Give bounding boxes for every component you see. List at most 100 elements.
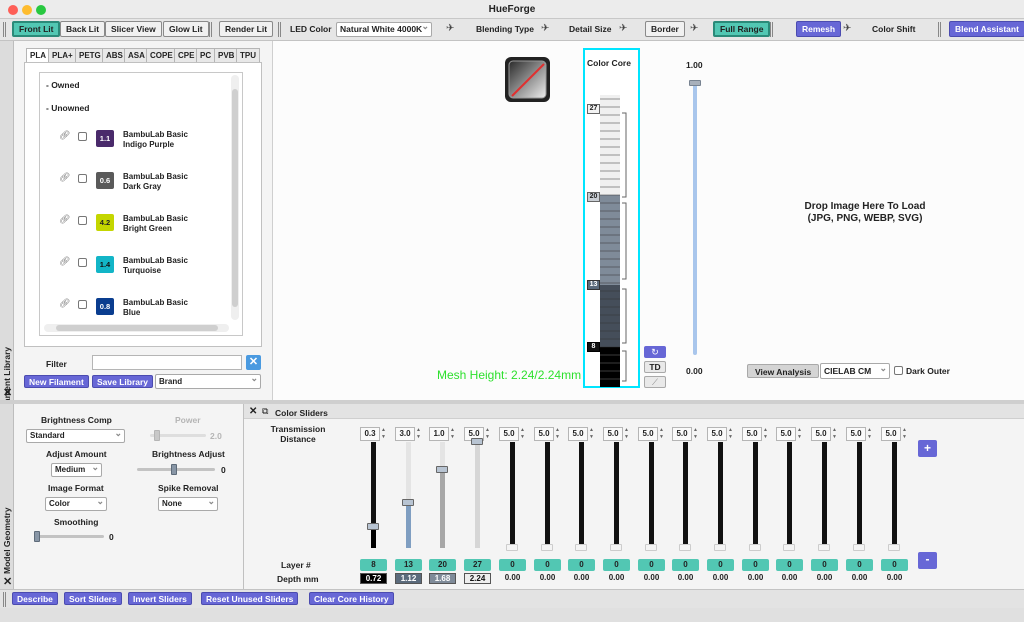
tab-pla[interactable]: PLA — [26, 48, 50, 63]
full-range-button[interactable]: Full Range — [713, 21, 771, 37]
pin-icon[interactable]: ✈ — [690, 23, 698, 34]
tab-pc[interactable]: PC — [196, 48, 216, 63]
vertical-scrollbar[interactable] — [231, 75, 239, 320]
color-slider-handle[interactable] — [645, 544, 657, 551]
spinbox-arrows-icon[interactable]: ▲ ▼ — [589, 427, 595, 441]
image-format-select[interactable]: Color — [45, 497, 107, 511]
color-slider-track[interactable] — [683, 442, 688, 548]
spinbox-arrows-icon[interactable]: ▲ ▼ — [832, 427, 838, 441]
render-lit-button[interactable]: Render Lit — [219, 21, 274, 37]
layer-marker[interactable]: 27 — [587, 104, 600, 114]
front-lit-button[interactable]: Front Lit — [12, 21, 61, 37]
minimize-window-button[interactable] — [22, 5, 32, 15]
tab-pvb[interactable]: PVB — [214, 48, 239, 63]
invert-sliders-button[interactable]: Invert Sliders — [128, 592, 192, 605]
color-slider-handle[interactable] — [610, 544, 622, 551]
spinbox-arrows-icon[interactable]: ▲ ▼ — [659, 427, 665, 441]
spinbox-arrows-icon[interactable]: ▲ ▼ — [381, 427, 387, 441]
toolbar-grip[interactable] — [3, 592, 6, 607]
color-slider-handle[interactable] — [471, 438, 483, 445]
slicer-view-button[interactable]: Slicer View — [105, 21, 162, 37]
color-slider-track[interactable] — [822, 442, 827, 548]
power-slider-handle[interactable] — [154, 430, 160, 441]
unowned-group-header[interactable]: - Unowned — [46, 103, 89, 113]
owned-checkbox[interactable] — [78, 216, 87, 225]
color-slider-handle[interactable] — [436, 465, 448, 473]
transmission-distance-input[interactable]: 5.0 — [568, 427, 588, 441]
blend-assistant-button[interactable]: Blend Assistant — [949, 21, 1024, 37]
color-slider-handle[interactable] — [818, 544, 830, 551]
spinbox-arrows-icon[interactable]: ▲ ▼ — [728, 427, 734, 441]
remove-slider-button[interactable]: - — [918, 552, 937, 569]
clear-filter-button[interactable]: ✕ — [246, 355, 261, 370]
dark-outer-checkbox[interactable] — [894, 366, 903, 375]
tab-pla-plus[interactable]: PLA+ — [48, 48, 77, 63]
preview-thumbnail[interactable] — [505, 57, 550, 102]
zoom-window-button[interactable] — [36, 5, 46, 15]
tab-cpe[interactable]: CPE — [174, 48, 199, 63]
transmission-distance-input[interactable]: 5.0 — [499, 427, 519, 441]
spinbox-arrows-icon[interactable]: ▲ ▼ — [555, 427, 561, 441]
view-analysis-button[interactable]: View Analysis — [747, 364, 820, 378]
spinbox-arrows-icon[interactable]: ▲ ▼ — [450, 427, 456, 441]
describe-button[interactable]: Describe — [12, 592, 58, 605]
close-panel-icon[interactable]: ✕ — [3, 386, 12, 399]
color-slider-handle[interactable] — [367, 522, 379, 530]
tab-tpu[interactable]: TPU — [236, 48, 260, 63]
spinbox-arrows-icon[interactable]: ▲ ▼ — [485, 427, 491, 441]
transmission-distance-input[interactable]: 0.3 — [360, 427, 380, 441]
pin-icon[interactable]: ✈ — [446, 23, 454, 34]
pin-icon[interactable]: ✈ — [619, 23, 627, 34]
scale-slider-handle[interactable] — [689, 80, 701, 86]
owned-checkbox[interactable] — [78, 300, 87, 309]
horizontal-scrollbar[interactable] — [44, 324, 229, 332]
transmission-distance-input[interactable]: 5.0 — [707, 427, 727, 441]
owned-checkbox[interactable] — [78, 132, 87, 141]
color-slider-handle[interactable] — [749, 544, 761, 551]
spinbox-arrows-icon[interactable]: ▲ ▼ — [797, 427, 803, 441]
back-lit-button[interactable]: Back Lit — [60, 21, 106, 37]
transmission-distance-input[interactable]: 5.0 — [846, 427, 866, 441]
layer-marker[interactable]: 20 — [587, 192, 600, 202]
color-slider-handle[interactable] — [783, 544, 795, 551]
transmission-distance-input[interactable]: 5.0 — [776, 427, 796, 441]
transmission-distance-input[interactable]: 5.0 — [603, 427, 623, 441]
brightness-adjust-handle[interactable] — [171, 464, 177, 475]
transmission-distance-input[interactable]: 5.0 — [638, 427, 658, 441]
toolbar-grip[interactable] — [3, 22, 6, 37]
link-icon[interactable]: 🔗︎ — [59, 172, 70, 183]
color-slider-handle[interactable] — [888, 544, 900, 551]
color-slider-track[interactable] — [510, 442, 515, 548]
transmission-distance-input[interactable]: 5.0 — [881, 427, 901, 441]
color-slider-track[interactable] — [649, 442, 654, 548]
color-slider-handle[interactable] — [853, 544, 865, 551]
color-slider-track[interactable] — [892, 442, 897, 548]
layer-marker[interactable]: 13 — [587, 280, 600, 290]
owned-checkbox[interactable] — [78, 174, 87, 183]
save-library-button[interactable]: Save Library — [92, 375, 154, 388]
transmission-distance-input[interactable]: 5.0 — [672, 427, 692, 441]
color-slider-track[interactable] — [857, 442, 862, 548]
link-icon[interactable]: 🔗︎ — [59, 256, 70, 267]
remesh-button[interactable]: Remesh — [796, 21, 842, 37]
sort-sliders-button[interactable]: Sort Sliders — [64, 592, 122, 605]
led-color-select[interactable]: Natural White 4000K — [336, 22, 432, 37]
color-slider-track[interactable] — [406, 442, 411, 548]
add-slider-button[interactable]: + — [918, 440, 937, 457]
spinbox-arrows-icon[interactable]: ▲ ▼ — [867, 427, 873, 441]
smoothing-handle[interactable] — [34, 531, 40, 542]
spinbox-arrows-icon[interactable]: ▲ ▼ — [902, 427, 908, 441]
color-slider-handle[interactable] — [679, 544, 691, 551]
color-slider-track[interactable] — [579, 442, 584, 548]
pin-icon[interactable]: ✈ — [843, 23, 851, 34]
color-slider-track[interactable] — [787, 442, 792, 548]
scale-slider[interactable] — [693, 83, 697, 355]
brightness-comp-select[interactable]: Standard — [26, 429, 125, 443]
tab-petg[interactable]: PETG — [75, 48, 105, 63]
transmission-distance-input[interactable]: 3.0 — [395, 427, 415, 441]
layer-marker[interactable]: 8 — [587, 342, 600, 352]
close-window-button[interactable] — [8, 5, 18, 15]
new-filament-button[interactable]: New Filament — [24, 375, 89, 388]
reset-core-icon[interactable]: ↻ — [644, 346, 666, 358]
border-button[interactable]: Border — [645, 21, 685, 37]
